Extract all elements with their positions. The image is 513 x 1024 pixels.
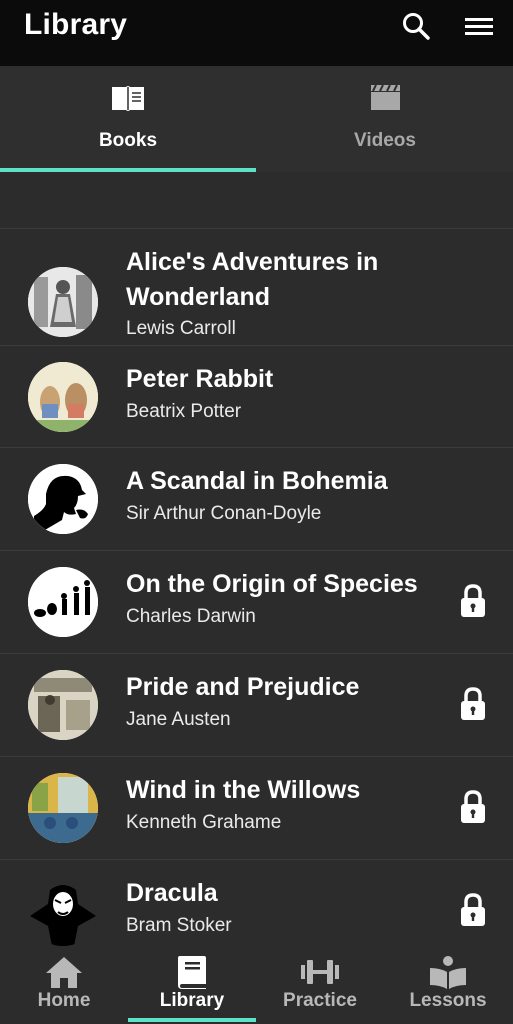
home-icon <box>46 957 82 988</box>
pride-prejudice-illustration <box>28 670 98 740</box>
book-author: Lewis Carroll <box>126 318 236 339</box>
lock-icon <box>461 687 485 720</box>
book-title: Alice's Adventures in Wonderland <box>126 245 446 315</box>
book-author: Beatrix Potter <box>126 401 242 422</box>
book-author: Sir Arthur Conan-Doyle <box>126 503 322 524</box>
book-list-item-pride-and-prejudice[interactable]: Pride and Prejudice Jane Austen <box>0 654 513 757</box>
wind-willows-illustration <box>28 773 98 843</box>
lock-icon <box>461 790 485 823</box>
nav-practice[interactable]: Practice <box>256 946 384 1024</box>
book-author: Jane Austen <box>126 709 231 730</box>
book-title-line: Wonderland <box>126 283 270 311</box>
book-author: Bram Stoker <box>126 915 232 936</box>
book-list-item-peter-rabbit[interactable]: Peter Rabbit Beatrix Potter <box>0 346 513 448</box>
book-list-item-scandal-in-bohemia[interactable]: A Scandal in Bohemia Sir Arthur Conan-Do… <box>0 448 513 551</box>
alice-illustration <box>28 267 98 337</box>
book-cover-avatar <box>28 670 98 740</box>
app-bar: Library <box>0 0 513 66</box>
book-icon <box>178 956 206 989</box>
sherlock-silhouette-icon <box>28 464 98 534</box>
nav-library-label: Library <box>159 990 225 1011</box>
book-list-item-origin-of-species[interactable]: On the Origin of Species Charles Darwin <box>0 551 513 654</box>
open-book-icon <box>112 86 144 111</box>
library-tabs: Books Videos <box>0 66 513 172</box>
peter-rabbit-illustration <box>28 362 98 432</box>
book-title: On the Origin of Species <box>126 570 418 598</box>
book-cover-avatar <box>28 567 98 637</box>
nav-library[interactable]: Library <box>128 946 256 1024</box>
lock-icon <box>461 584 485 617</box>
tab-videos[interactable]: Videos <box>257 66 513 172</box>
tab-books[interactable]: Books <box>0 66 256 172</box>
list-spacer <box>0 172 513 229</box>
nav-lessons[interactable]: Lessons <box>384 946 512 1024</box>
tab-books-label: Books <box>98 130 158 151</box>
book-title: Wind in the Willows <box>126 776 361 804</box>
book-cover-avatar <box>28 464 98 534</box>
book-title: Peter Rabbit <box>126 365 274 393</box>
evolution-illustration <box>28 567 98 637</box>
book-author: Kenneth Grahame <box>126 812 282 833</box>
book-cover-avatar <box>28 362 98 432</box>
book-list-item-wind-in-the-willows[interactable]: Wind in the Willows Kenneth Grahame <box>0 757 513 860</box>
active-nav-indicator <box>128 1018 256 1022</box>
page-title: Library <box>24 8 128 41</box>
book-author: Charles Darwin <box>126 606 256 627</box>
hamburger-menu-icon[interactable] <box>462 12 496 42</box>
book-title: A Scandal in Bohemia <box>126 467 388 495</box>
nav-home-label: Home <box>37 990 91 1011</box>
book-cover-avatar <box>28 876 98 946</box>
nav-home[interactable]: Home <box>0 946 128 1024</box>
dracula-illustration <box>28 876 98 946</box>
nav-practice-label: Practice <box>283 990 357 1011</box>
dumbbell-icon <box>301 960 339 984</box>
clapperboard-icon <box>371 84 400 110</box>
nav-lessons-label: Lessons <box>409 990 487 1011</box>
tab-videos-label: Videos <box>354 130 416 151</box>
book-cover-avatar <box>28 773 98 843</box>
bottom-navigation: Home Library Practice Lessons <box>0 946 513 1024</box>
book-title-line: Alice's Adventures in <box>126 248 379 276</box>
book-cover-avatar <box>28 267 98 337</box>
lock-icon <box>461 893 485 926</box>
reader-icon <box>430 956 466 989</box>
book-title: Pride and Prejudice <box>126 673 360 701</box>
book-list-item-alice[interactable]: Alice's Adventures in Wonderland Lewis C… <box>0 229 513 346</box>
book-title: Dracula <box>126 879 218 907</box>
search-icon[interactable] <box>400 10 432 42</box>
